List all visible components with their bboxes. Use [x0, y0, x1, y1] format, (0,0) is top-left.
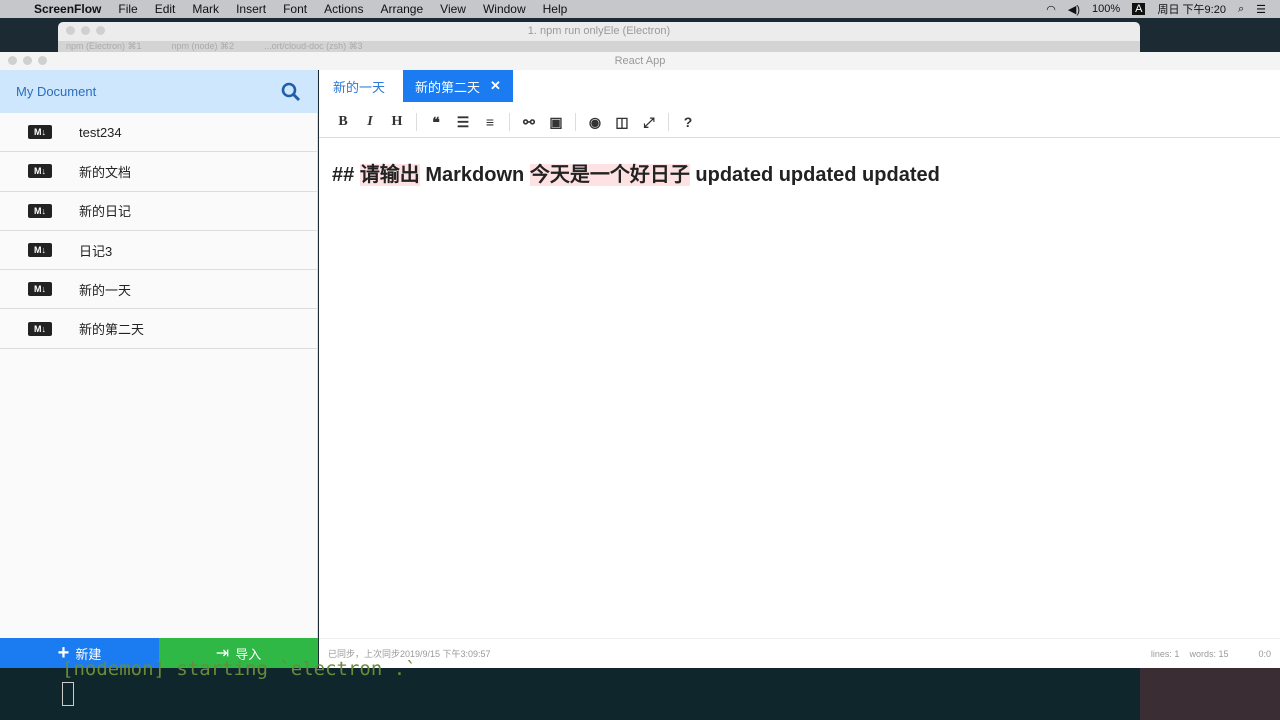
wifi-icon[interactable]: ◠	[1046, 3, 1056, 16]
list-icon[interactable]: ☰	[1256, 3, 1266, 16]
markdown-icon: M↓	[28, 203, 52, 218]
menu-insert[interactable]: Insert	[236, 2, 266, 16]
volume-icon[interactable]: ◀)	[1068, 3, 1080, 16]
file-title: 新的第二天	[79, 322, 145, 338]
minimize-dot[interactable]	[23, 56, 32, 65]
text-span: updated updated updated	[689, 164, 940, 186]
tab-file-active[interactable]: 新的第二天 ✕	[403, 70, 513, 102]
file-title: 日记3	[79, 243, 113, 259]
file-title: 新的一天	[79, 282, 132, 298]
menu-bar: ScreenFlow File Edit Mark Insert Font Ac…	[0, 0, 1280, 18]
menu-file[interactable]: File	[118, 2, 137, 16]
text-span: 请输出	[359, 164, 420, 186]
menu-font[interactable]: Font	[283, 2, 307, 16]
file-item[interactable]: M↓ 日记3	[0, 231, 317, 271]
tab-label: 新的一天	[333, 79, 386, 95]
menu-app[interactable]: ScreenFlow	[34, 2, 101, 16]
file-item[interactable]: M↓ 新的日记	[0, 192, 317, 231]
watermark-logo	[1140, 668, 1280, 720]
battery-percent[interactable]: 100%	[1092, 3, 1120, 15]
editor-pane: 新的一天 新的第二天 ✕ B I H ❝ ☰ ≡ ⚯ ▣ ◉ ◫ ⤢ ? ## 请…	[319, 70, 1280, 668]
close-icon[interactable]: ✕	[490, 78, 501, 94]
word-count: words: 15	[1189, 648, 1229, 659]
search-icon[interactable]: ⌕	[1238, 3, 1244, 16]
preview-icon[interactable]: ◉	[587, 114, 603, 131]
editor-toolbar: B I H ❝ ☰ ≡ ⚯ ▣ ◉ ◫ ⤢ ?	[319, 107, 1280, 138]
image-icon[interactable]: ▣	[548, 114, 564, 131]
link-icon[interactable]: ⚯	[521, 114, 537, 131]
unordered-list-icon[interactable]: ☰	[455, 114, 471, 131]
markdown-icon: M↓	[28, 125, 52, 140]
input-source[interactable]: A	[1132, 3, 1146, 15]
markdown-icon: M↓	[28, 282, 52, 297]
heading-marker: ##	[332, 164, 360, 186]
markdown-icon: M↓	[28, 164, 52, 179]
app-title-bar: React App	[0, 52, 1280, 70]
text-span: 今天是一个好日子	[529, 164, 690, 186]
file-item[interactable]: M↓ 新的第二天	[0, 309, 317, 349]
file-item[interactable]: M↓ 新的一天	[0, 270, 317, 310]
fullscreen-icon[interactable]: ⤢	[641, 114, 657, 131]
quote-icon[interactable]: ❝	[428, 114, 444, 131]
file-item[interactable]: M↓ test234	[0, 113, 317, 153]
menu-actions[interactable]: Actions	[324, 2, 363, 16]
side-by-side-icon[interactable]: ◫	[614, 114, 630, 131]
ordered-list-icon[interactable]: ≡	[482, 114, 498, 130]
search-icon[interactable]	[281, 82, 301, 102]
tab-file[interactable]: 新的一天	[321, 70, 397, 102]
markdown-editor[interactable]: ## 请输出 Markdown 今天是一个好日子 updated updated…	[332, 158, 940, 187]
heading-icon[interactable]: H	[389, 114, 405, 130]
file-item[interactable]: M↓ 新的文档	[0, 152, 317, 192]
app-title: React App	[614, 55, 666, 67]
tab-label: 新的第二天	[415, 79, 481, 95]
close-dot[interactable]	[8, 56, 17, 65]
bold-icon[interactable]: B	[335, 114, 351, 130]
italic-icon[interactable]: I	[362, 114, 378, 130]
sidebar: My Document M↓ test234 M↓ 新的文档 M↓ 新的日记 M↓ 日记…	[0, 70, 318, 668]
terminal-title: 1. npm run onlyEle (Electron)	[527, 25, 671, 37]
menu-arrange[interactable]: Arrange	[380, 2, 423, 16]
terminal-cursor	[62, 682, 74, 706]
help-icon[interactable]: ?	[680, 114, 696, 130]
terminal-window: 1. npm run onlyEle (Electron) npm (Elect…	[58, 22, 1140, 54]
menu-edit[interactable]: Edit	[155, 2, 176, 16]
markdown-icon: M↓	[28, 321, 52, 336]
sidebar-title: My Document	[16, 84, 97, 99]
file-title: 新的文档	[79, 164, 132, 180]
terminal-line: [nodemon] starting `electron .`	[62, 658, 417, 680]
cursor-position: 0:0	[1258, 648, 1271, 659]
line-count: lines: 1	[1150, 648, 1180, 659]
clock[interactable]: 周日 下午9:20	[1157, 1, 1225, 17]
menu-help[interactable]: Help	[543, 2, 568, 16]
file-title: 新的日记	[79, 204, 132, 220]
text-span: Markdown	[419, 164, 530, 186]
menu-view[interactable]: View	[440, 2, 466, 16]
file-title: test234	[79, 124, 122, 140]
zoom-dot[interactable]	[38, 56, 47, 65]
menu-window[interactable]: Window	[483, 2, 526, 16]
menu-mark[interactable]: Mark	[192, 2, 219, 16]
markdown-icon: M↓	[28, 243, 52, 258]
terminal-output: [nodemon] starting `electron .`	[0, 660, 1140, 720]
